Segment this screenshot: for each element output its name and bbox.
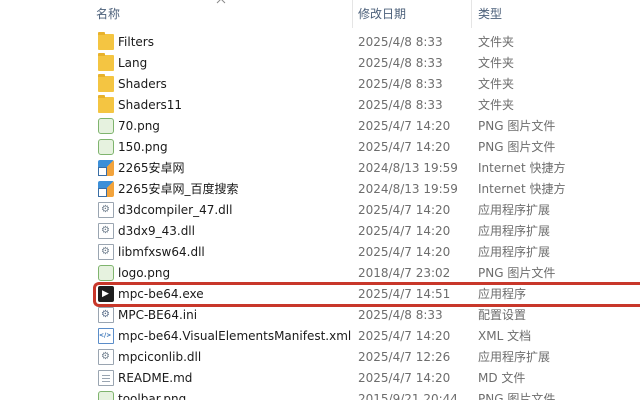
file-date-modified: 2018/4/7 23:02 <box>358 266 451 280</box>
file-date-modified: 2025/4/7 14:20 <box>358 245 451 259</box>
internet-shortcut-icon <box>98 181 114 197</box>
png-file-icon <box>98 265 114 281</box>
file-name[interactable]: 70.png <box>118 116 160 137</box>
column-divider[interactable] <box>352 0 353 28</box>
file-name[interactable]: README.md <box>118 368 192 389</box>
file-name[interactable]: 2265安卓网 <box>118 158 185 179</box>
file-type: 应用程序扩展 <box>478 224 551 238</box>
file-date-modified: 2025/4/7 14:20 <box>358 140 451 154</box>
file-name[interactable]: 2265安卓网_百度搜索 <box>118 179 239 200</box>
file-name[interactable]: libmfxsw64.dll <box>118 242 205 263</box>
md-file-icon <box>98 370 114 386</box>
file-date-modified: 2025/4/8 8:33 <box>358 35 443 49</box>
column-divider[interactable] <box>471 0 472 28</box>
file-name[interactable]: Lang <box>118 53 147 74</box>
file-name[interactable]: MPC-BE64.ini <box>118 305 197 326</box>
file-date-modified: 2025/4/7 14:20 <box>358 371 451 385</box>
file-type: PNG 图片文件 <box>478 140 556 154</box>
file-name[interactable]: mpciconlib.dll <box>118 347 201 368</box>
column-header-name[interactable]: 名称 <box>96 0 352 28</box>
file-date-modified: 2025/4/7 14:20 <box>358 119 451 133</box>
file-type: 应用程序扩展 <box>478 203 551 217</box>
file-name[interactable]: toolbar.png <box>118 389 186 400</box>
file-row[interactable]: 70.png 2025/4/7 14:20 PNG 图片文件 <box>0 116 640 137</box>
file-type: 文件夹 <box>478 98 515 112</box>
png-file-icon <box>98 139 114 155</box>
file-name[interactable]: Filters <box>118 32 154 53</box>
file-type: PNG 图片文件 <box>478 392 556 400</box>
file-row[interactable]: Lang 2025/4/8 8:33 文件夹 <box>0 53 640 74</box>
file-name[interactable]: Shaders <box>118 74 167 95</box>
file-row[interactable]: toolbar.png 2015/9/21 20:44 PNG 图片文件 <box>0 389 640 400</box>
file-type: 应用程序 <box>478 287 527 301</box>
internet-shortcut-icon <box>98 160 114 176</box>
file-type: 应用程序扩展 <box>478 245 551 259</box>
column-header-type[interactable]: 类型 <box>478 0 640 28</box>
file-date-modified: 2025/4/7 14:20 <box>358 203 451 217</box>
file-row[interactable]: logo.png 2018/4/7 23:02 PNG 图片文件 <box>0 263 640 284</box>
file-row[interactable]: 2265安卓网_百度搜索 2024/8/13 19:59 Internet 快捷方 <box>0 179 640 200</box>
file-type: PNG 图片文件 <box>478 119 556 133</box>
folder-icon <box>98 74 114 92</box>
file-type: 文件夹 <box>478 56 515 70</box>
file-row[interactable]: Shaders 2025/4/8 8:33 文件夹 <box>0 74 640 95</box>
file-row[interactable]: d3dcompiler_47.dll 2025/4/7 14:20 应用程序扩展 <box>0 200 640 221</box>
file-date-modified: 2025/4/8 8:33 <box>358 56 443 70</box>
file-name[interactable]: d3dcompiler_47.dll <box>118 200 232 221</box>
file-name[interactable]: d3dx9_43.dll <box>118 221 195 242</box>
file-type: 文件夹 <box>478 77 515 91</box>
file-row[interactable]: mpc-be64.exe 2025/4/7 14:51 应用程序 <box>0 284 640 305</box>
file-type: PNG 图片文件 <box>478 266 556 280</box>
file-list: Filters 2025/4/8 8:33 文件夹 Lang 2025/4/8 8:33… <box>0 32 640 400</box>
file-name[interactable]: mpc-be64.exe <box>118 284 204 305</box>
file-date-modified: 2025/4/7 12:26 <box>358 350 451 364</box>
file-row[interactable]: Filters 2025/4/8 8:33 文件夹 <box>0 32 640 53</box>
file-type: 应用程序扩展 <box>478 350 551 364</box>
dll-file-icon <box>98 202 114 218</box>
file-row[interactable]: 150.png 2025/4/7 14:20 PNG 图片文件 <box>0 137 640 158</box>
file-type: MD 文件 <box>478 371 526 385</box>
application-icon <box>98 286 114 302</box>
file-row[interactable]: 2265安卓网 2024/8/13 19:59 Internet 快捷方 <box>0 158 640 179</box>
file-date-modified: 2024/8/13 19:59 <box>358 182 458 196</box>
file-date-modified: 2025/4/7 14:20 <box>358 224 451 238</box>
file-name[interactable]: 150.png <box>118 137 168 158</box>
dll-file-icon <box>98 244 114 260</box>
file-date-modified: 2025/4/8 8:33 <box>358 308 443 322</box>
xml-file-icon <box>98 328 114 344</box>
folder-icon <box>98 95 114 113</box>
file-name[interactable]: Shaders11 <box>118 95 182 116</box>
file-type: Internet 快捷方 <box>478 182 566 196</box>
column-header-date-modified[interactable]: 修改日期 <box>358 0 470 28</box>
file-date-modified: 2015/9/21 20:44 <box>358 392 458 400</box>
file-date-modified: 2025/4/7 14:20 <box>358 329 451 343</box>
file-row[interactable]: Shaders11 2025/4/8 8:33 文件夹 <box>0 95 640 116</box>
file-row[interactable]: libmfxsw64.dll 2025/4/7 14:20 应用程序扩展 <box>0 242 640 263</box>
config-file-icon <box>98 307 114 323</box>
file-name[interactable]: logo.png <box>118 263 170 284</box>
file-name[interactable]: mpc-be64.VisualElementsManifest.xml <box>118 326 351 347</box>
file-row[interactable]: d3dx9_43.dll 2025/4/7 14:20 应用程序扩展 <box>0 221 640 242</box>
file-date-modified: 2024/8/13 19:59 <box>358 161 458 175</box>
file-type: XML 文档 <box>478 329 532 343</box>
png-file-icon <box>98 118 114 134</box>
file-type: 文件夹 <box>478 35 515 49</box>
file-row[interactable]: mpciconlib.dll 2025/4/7 12:26 应用程序扩展 <box>0 347 640 368</box>
folder-icon <box>98 32 114 50</box>
file-type: 配置设置 <box>478 308 527 322</box>
file-row[interactable]: README.md 2025/4/7 14:20 MD 文件 <box>0 368 640 389</box>
file-row[interactable]: MPC-BE64.ini 2025/4/8 8:33 配置设置 <box>0 305 640 326</box>
dll-file-icon <box>98 223 114 239</box>
folder-icon <box>98 53 114 71</box>
file-date-modified: 2025/4/8 8:33 <box>358 77 443 91</box>
file-type: Internet 快捷方 <box>478 161 566 175</box>
column-header-bar: 名称 修改日期 类型 <box>0 0 640 28</box>
dll-file-icon <box>98 349 114 365</box>
file-row[interactable]: mpc-be64.VisualElementsManifest.xml 2025/… <box>0 326 640 347</box>
png-file-icon <box>98 391 114 400</box>
file-date-modified: 2025/4/7 14:51 <box>358 287 451 301</box>
file-date-modified: 2025/4/8 8:33 <box>358 98 443 112</box>
